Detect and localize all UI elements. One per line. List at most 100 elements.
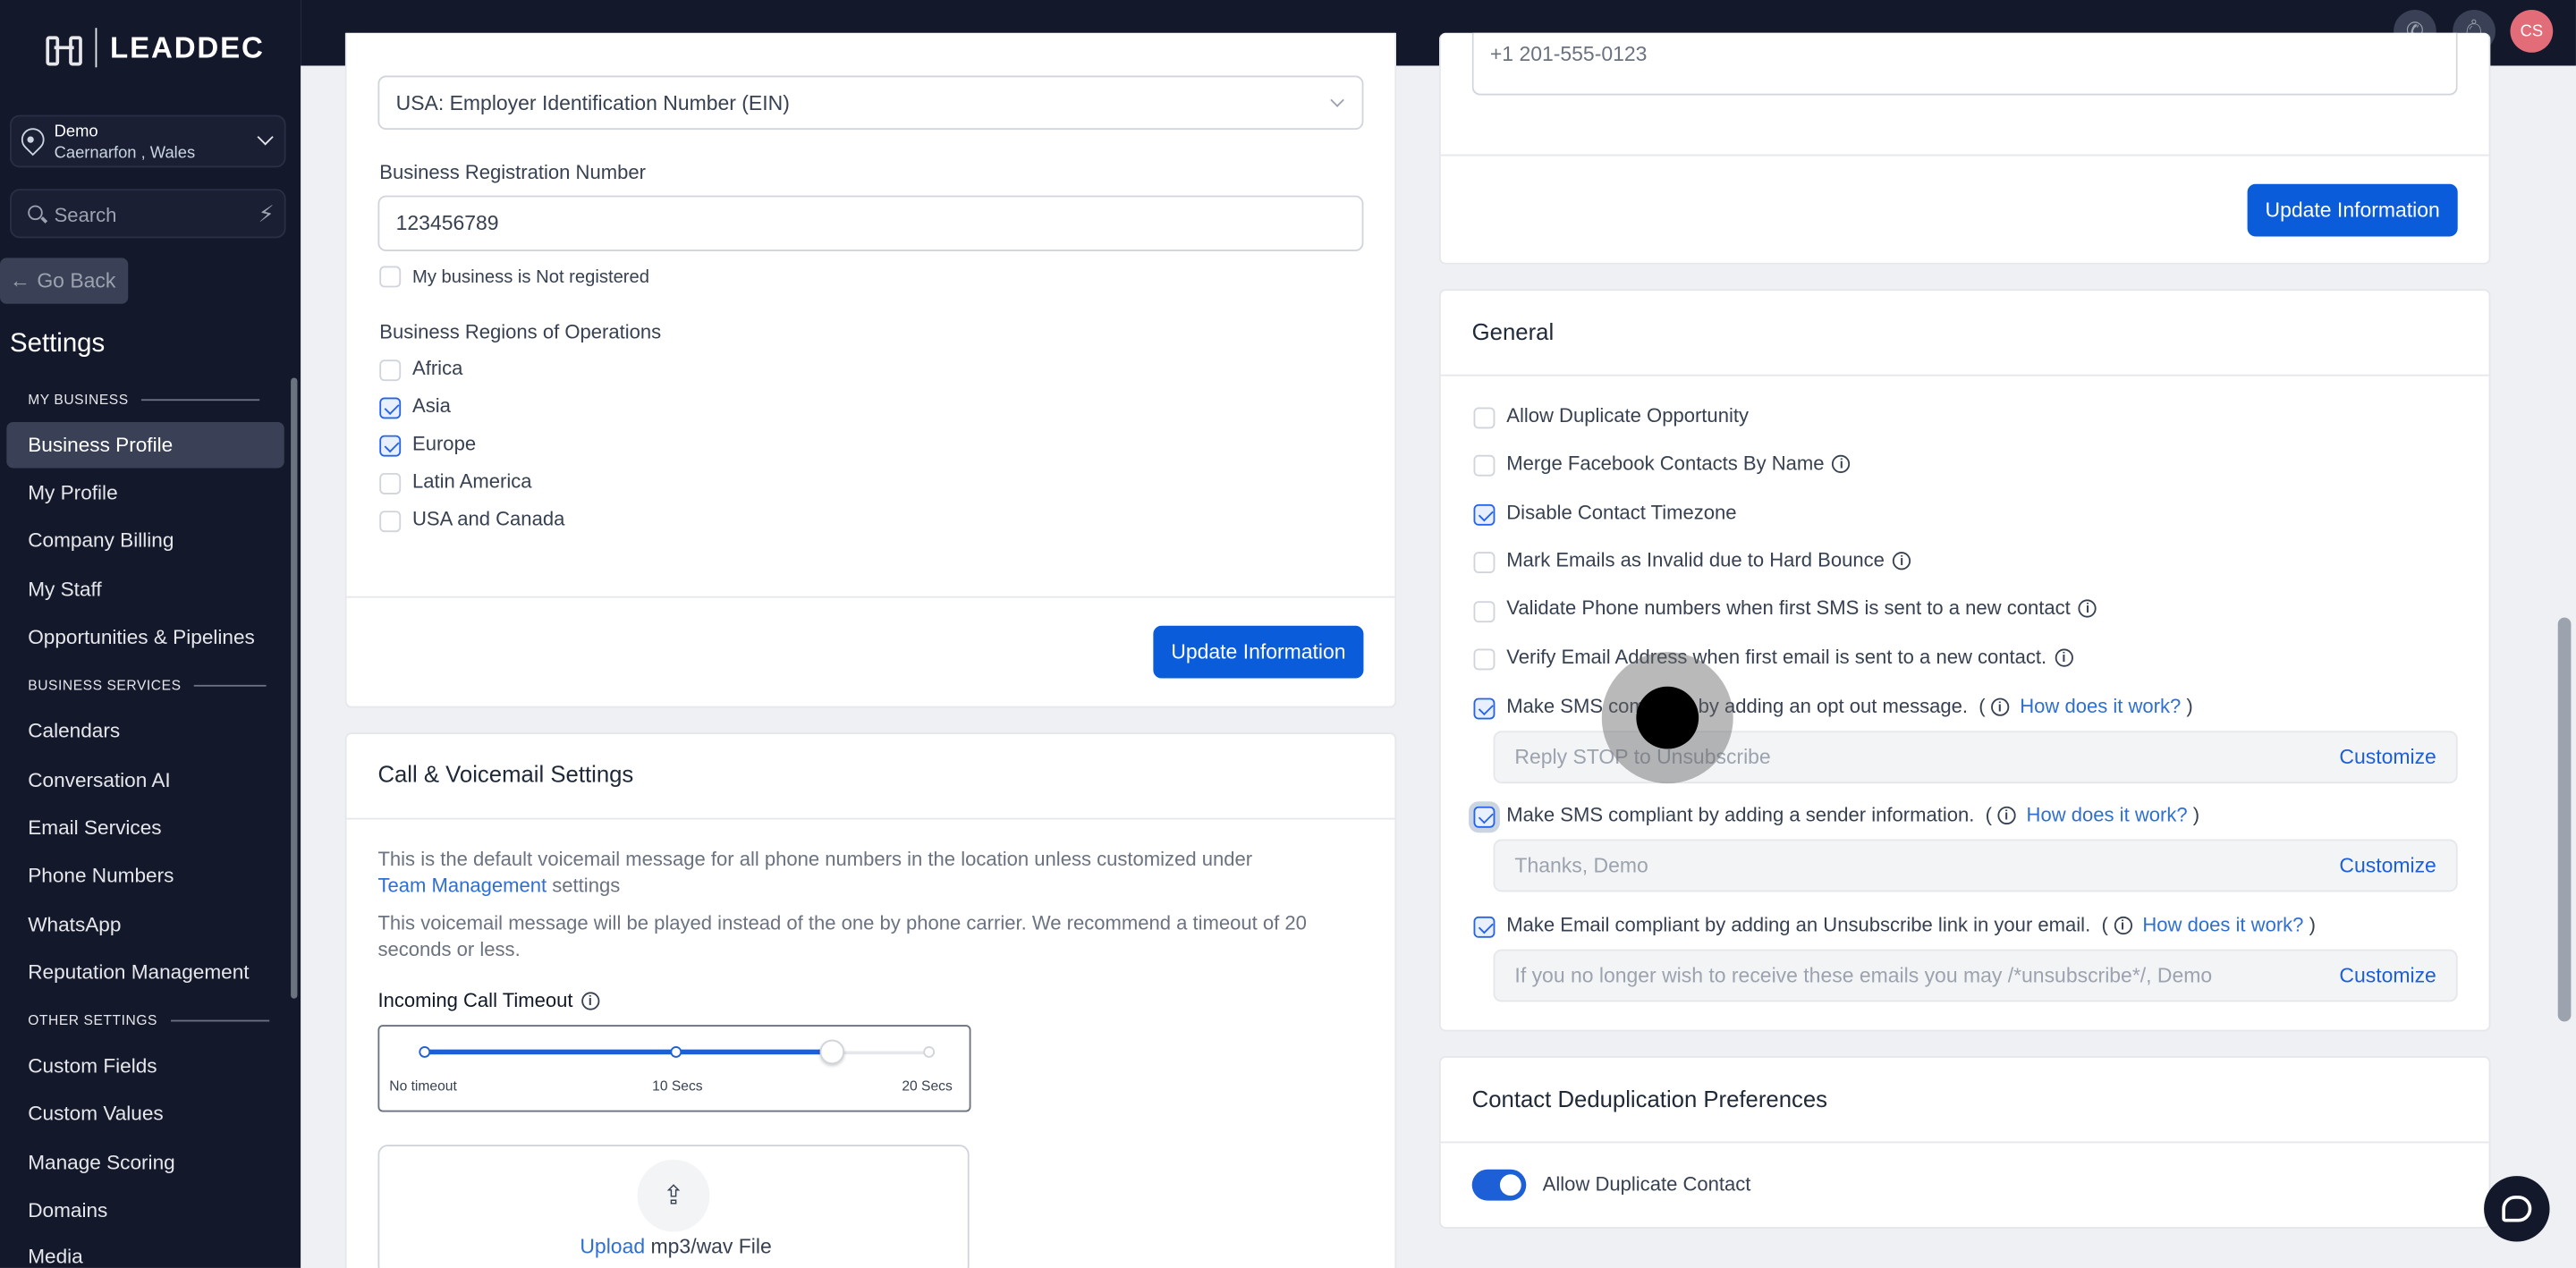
update-phone-button[interactable]: Update Information <box>2247 183 2458 237</box>
avatar[interactable]: CS <box>2510 10 2554 53</box>
sms-optout-checkbox[interactable] <box>1473 697 1496 720</box>
location-name: Demo <box>54 123 98 141</box>
info-icon[interactable]: i <box>2055 649 2073 668</box>
update-business-button[interactable]: Update Information <box>1153 625 1364 679</box>
allow-duplicate-toggle[interactable] <box>1471 1169 1527 1201</box>
general-title: General <box>1471 318 1555 345</box>
dumbbell-logo-icon <box>46 36 82 66</box>
customize-unsub-button[interactable]: Customize <box>2339 964 2436 987</box>
customize-optout-button[interactable]: Customize <box>2339 746 2436 769</box>
region-asia-label: Asia <box>412 393 451 418</box>
mark-invalid-checkbox[interactable] <box>1473 552 1496 574</box>
disable-timezone-checkbox[interactable] <box>1473 503 1496 526</box>
sidebar-item-calendars[interactable]: Calendars <box>6 708 284 754</box>
sidebar-item-label: Media <box>28 1245 83 1268</box>
search-input[interactable] <box>54 200 235 231</box>
validate-phone-checkbox[interactable] <box>1473 601 1496 623</box>
region-africa-label: Africa <box>412 356 463 380</box>
go-back-button[interactable]: ← Go Back <box>0 258 129 304</box>
reg-number-input[interactable]: 123456789 <box>377 195 1364 252</box>
region-africa-checkbox[interactable] <box>379 359 402 382</box>
email-unsub-label: Make Email compliant by adding an Unsubs… <box>1506 913 2091 936</box>
slider-stop-mid[interactable] <box>670 1045 682 1058</box>
slider-handle[interactable] <box>820 1039 845 1065</box>
unsubscribe-text-input[interactable]: If you no longer wish to receive these e… <box>1493 949 2458 1002</box>
email-unsub-checkbox[interactable] <box>1473 916 1496 938</box>
region-latin-america-label: Latin America <box>412 469 532 494</box>
upload-link[interactable]: Upload <box>580 1235 645 1258</box>
info-icon[interactable]: i <box>580 992 599 1011</box>
search-icon <box>28 205 43 221</box>
voicemail-note: This voicemail message will be played in… <box>377 911 1307 961</box>
sender-info-input[interactable]: Thanks, Demo Customize <box>1493 839 2458 892</box>
how-does-it-work-link[interactable]: How does it work? <box>2020 695 2181 718</box>
brand-logo[interactable]: LEADDEC <box>46 28 265 68</box>
dup-opportunity-checkbox[interactable] <box>1473 407 1496 429</box>
cloud-upload-icon: ⇪ <box>637 1159 710 1232</box>
sidebar-search: ⚡ <box>10 189 286 239</box>
how-does-it-work-link[interactable]: How does it work? <box>2027 803 2188 826</box>
verify-email-label: Verify Email Address when first email is… <box>1506 645 2047 669</box>
sidebar-item-my-staff[interactable]: My Staff <box>6 567 284 613</box>
tick-label-mid: 10 Secs <box>652 1077 703 1095</box>
chevron-down-icon <box>1330 93 1344 107</box>
sidebar-item-reputation[interactable]: Reputation Management <box>6 950 284 995</box>
sidebar-item-manage-scoring[interactable]: Manage Scoring <box>6 1140 284 1186</box>
business-id-type-select[interactable]: USA: Employer Identification Number (EIN… <box>377 75 1364 131</box>
phone-input[interactable]: +1 201-555-0123 <box>1471 32 2458 96</box>
info-icon[interactable]: i <box>1990 698 2009 717</box>
sidebar-item-label: Conversation AI <box>28 768 171 792</box>
customize-sender-button[interactable]: Customize <box>2339 854 2436 877</box>
section-divider <box>170 1019 269 1021</box>
sidebar-item-media[interactable]: Media <box>6 1235 284 1268</box>
sidebar-item-conversation-ai[interactable]: Conversation AI <box>6 757 284 803</box>
sidebar-item-whatsapp[interactable]: WhatsApp <box>6 901 284 947</box>
upload-hint: mp3/wav File <box>650 1235 772 1258</box>
team-management-link[interactable]: Team Management <box>377 874 547 897</box>
not-registered-checkbox[interactable] <box>379 266 402 288</box>
slider-stop-max[interactable] <box>923 1045 936 1058</box>
chevron-down-icon <box>257 129 274 146</box>
sidebar-item-label: Business Profile <box>28 433 174 457</box>
location-pin-icon <box>16 123 49 156</box>
how-does-it-work-link[interactable]: How does it work? <box>2142 913 2303 936</box>
slider-stop-min[interactable] <box>419 1045 431 1058</box>
chat-widget-button[interactable] <box>2484 1176 2550 1242</box>
sidebar-item-business-profile[interactable]: Business Profile <box>6 422 284 469</box>
sidebar-item-domains[interactable]: Domains <box>6 1188 284 1233</box>
sidebar: LEADDEC Demo Caernarfon , Wales ⚡ ← Go B… <box>0 0 301 1268</box>
sidebar-item-custom-values[interactable]: Custom Values <box>6 1091 284 1137</box>
sidebar-item-email-services[interactable]: Email Services <box>6 805 284 850</box>
info-icon[interactable]: i <box>2078 599 2097 619</box>
section-my-business: MY BUSINESS <box>28 391 260 408</box>
section-business-services: BUSINESS SERVICES <box>28 677 267 693</box>
verify-email-label-wrap: Verify Email Address when first email is… <box>1506 645 2073 669</box>
region-latin-america-checkbox[interactable] <box>379 472 402 495</box>
quick-action-bolt-icon[interactable]: ⚡ <box>258 200 275 228</box>
sidebar-item-custom-fields[interactable]: Custom Fields <box>6 1043 284 1088</box>
mark-invalid-label: Mark Emails as Invalid due to Hard Bounc… <box>1506 548 1885 572</box>
sidebar-item-my-profile[interactable]: My Profile <box>6 469 284 515</box>
sidebar-item-label: Domains <box>28 1198 108 1222</box>
info-icon[interactable]: i <box>1997 807 2016 825</box>
info-icon[interactable]: i <box>2113 917 2132 935</box>
sms-sender-checkbox[interactable] <box>1473 806 1496 828</box>
main-scrollbar[interactable] <box>2557 617 2572 1022</box>
sidebar-item-company-billing[interactable]: Company Billing <box>6 518 284 563</box>
info-icon[interactable]: i <box>1893 552 1911 571</box>
brand-name: LEADDEC <box>110 30 265 63</box>
info-icon[interactable]: i <box>1832 455 1851 474</box>
merge-facebook-checkbox[interactable] <box>1473 454 1496 477</box>
region-asia-checkbox[interactable] <box>379 397 402 419</box>
sidebar-scrollbar[interactable] <box>291 377 298 999</box>
sidebar-item-opportunities[interactable]: Opportunities & Pipelines <box>6 614 284 660</box>
region-usa-canada-checkbox[interactable] <box>379 511 402 533</box>
voicemail-upload-dropzone[interactable]: ⇪ Upload mp3/wav File <box>377 1145 970 1268</box>
sidebar-item-label: Manage Scoring <box>28 1151 175 1175</box>
voicemail-desc-tail: settings <box>552 874 621 897</box>
slider-fill <box>423 1049 833 1055</box>
verify-email-checkbox[interactable] <box>1473 648 1496 671</box>
region-europe-checkbox[interactable] <box>379 435 402 457</box>
location-switcher[interactable]: Demo Caernarfon , Wales <box>10 114 286 168</box>
sidebar-item-phone-numbers[interactable]: Phone Numbers <box>6 852 284 898</box>
